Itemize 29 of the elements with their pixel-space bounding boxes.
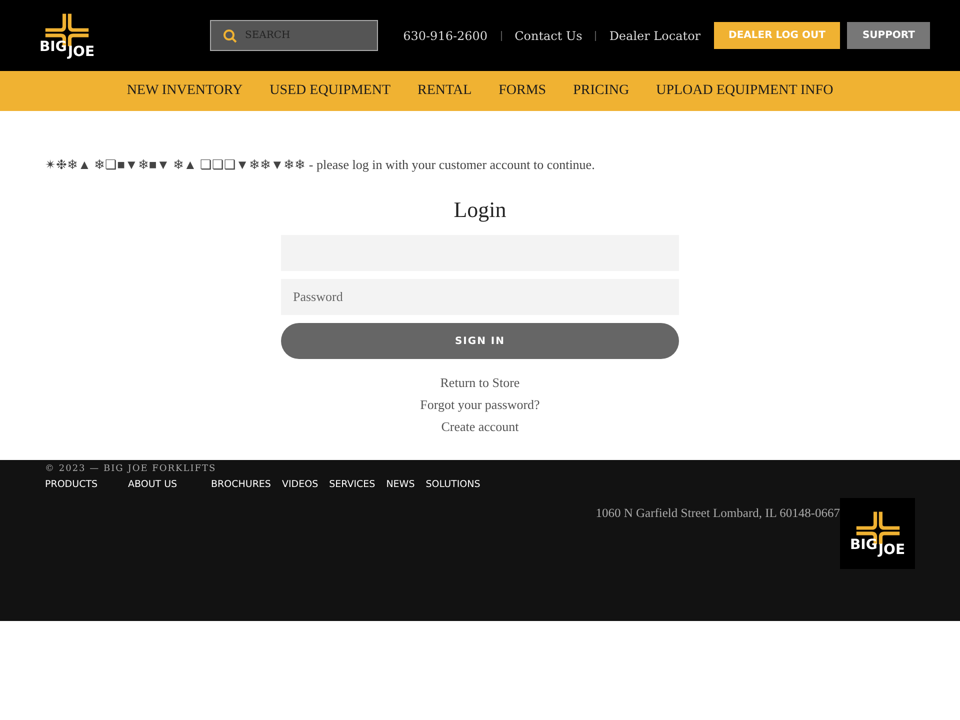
nav-link[interactable]: NEW INVENTORY bbox=[126, 83, 243, 99]
sign-in-button[interactable]: SIGN IN bbox=[281, 323, 679, 359]
footer-link[interactable]: ABOUT US bbox=[128, 479, 200, 490]
nav-link[interactable]: PRICING bbox=[573, 83, 630, 99]
account-link[interactable]: Forgot your password? bbox=[420, 397, 540, 413]
footer-link[interactable]: BROCHURES bbox=[211, 479, 271, 490]
account-link[interactable]: Return to Store bbox=[440, 375, 520, 391]
login-notice: ✴❉❄▲ ❄❏■▼❄■▼ ❄▲ ❏❏❑▼❄❄▼❄❄ - please log in with your customer account to continue. bbox=[45, 157, 596, 173]
password-field[interactable]: Password bbox=[281, 279, 679, 315]
nav-link[interactable]: UPLOAD EQUIPMENT INFO bbox=[656, 83, 834, 99]
header-link[interactable]: Contact Us bbox=[514, 28, 582, 42]
phone-link[interactable]: 630-916-2600 bbox=[403, 28, 488, 42]
support-button[interactable]: SUPPORT bbox=[847, 22, 930, 49]
nav-link[interactable]: RENTAL bbox=[418, 83, 472, 99]
address-text: 1060 N Garfield Street Lombard, IL 60148-0667 bbox=[596, 506, 840, 521]
header-link[interactable]: Dealer Locator bbox=[609, 28, 701, 42]
login-title: Login bbox=[454, 197, 506, 223]
nav-link[interactable]: FORMS bbox=[498, 83, 546, 99]
big-joe-logo: BIGJOE bbox=[840, 498, 915, 569]
nav-link[interactable]: USED EQUIPMENT bbox=[270, 83, 391, 99]
footer-link[interactable]: SERVICES bbox=[329, 479, 376, 490]
search-icon bbox=[223, 29, 237, 43]
big-joe-logo[interactable]: BIGJOE bbox=[34, 12, 100, 59]
footer-link[interactable]: PRODUCTS bbox=[45, 479, 117, 490]
copyright-text: © 2023 — BIG JOE FORKLIFTS bbox=[45, 464, 218, 474]
footer-link[interactable]: VIDEOS bbox=[282, 479, 318, 490]
account-link[interactable]: Create account bbox=[441, 419, 519, 435]
footer-link[interactable]: NEWS bbox=[386, 479, 415, 490]
footer-link[interactable]: SOLUTIONS bbox=[426, 479, 480, 490]
